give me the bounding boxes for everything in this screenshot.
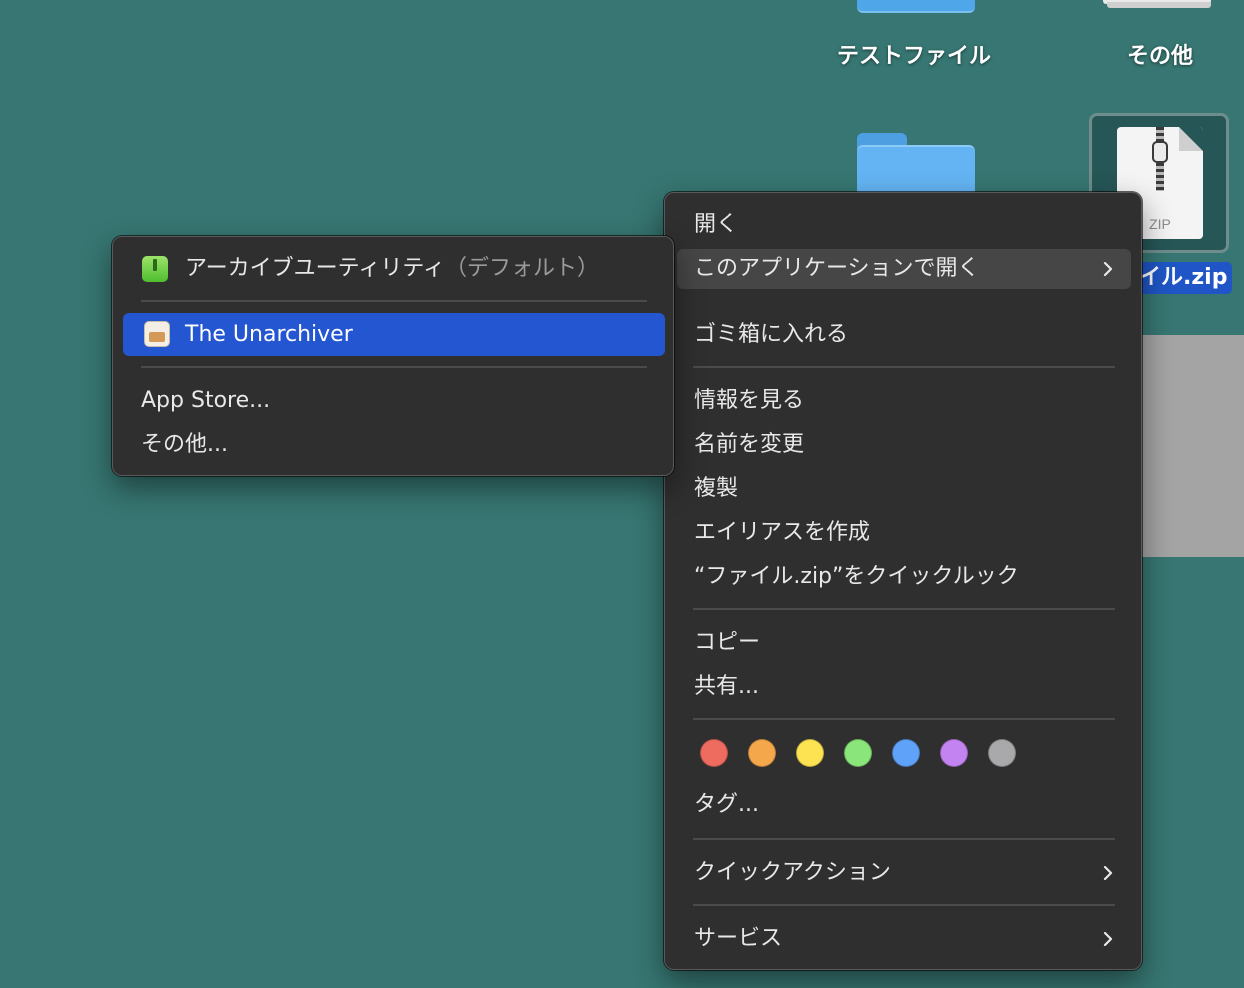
submenu-item-other[interactable]: その他... xyxy=(123,425,663,465)
menu-item-label: クイックアクション xyxy=(694,860,891,885)
menu-item-label: エイリアスを作成 xyxy=(694,520,871,545)
menu-item-label: 名前を変更 xyxy=(694,432,805,457)
menu-item-open[interactable]: 開く xyxy=(677,205,1131,245)
submenu-item-label: The Unarchiver xyxy=(185,322,353,347)
menu-item-label: タグ... xyxy=(694,792,759,817)
submenu-item-app-store[interactable]: App Store... xyxy=(123,381,663,421)
menu-item-make-alias[interactable]: エイリアスを作成 xyxy=(677,513,1131,553)
menu-item-quick-actions[interactable]: クイックアクション xyxy=(677,853,1131,893)
menu-item-share[interactable]: 共有... xyxy=(677,667,1131,707)
menu-separator xyxy=(693,366,1115,368)
menu-item-duplicate[interactable]: 複製 xyxy=(677,469,1131,509)
menu-item-label: 情報を見る xyxy=(694,388,805,413)
menu-separator xyxy=(141,300,647,302)
desktop-item-label[interactable]: その他 xyxy=(1127,38,1193,70)
menu-item-move-to-trash[interactable]: ゴミ箱に入れる xyxy=(677,315,1131,355)
menu-separator xyxy=(141,366,647,368)
desktop-item-label[interactable]: テストファイル xyxy=(837,38,991,70)
menu-separator xyxy=(693,838,1115,840)
tag-red-dot[interactable] xyxy=(700,739,728,767)
tag-orange-dot[interactable] xyxy=(748,739,776,767)
submenu-item-label: App Store... xyxy=(141,388,271,413)
submenu-item-label: アーカイブユーティリティ xyxy=(185,256,446,281)
menu-item-label: コピー xyxy=(694,630,761,655)
submenu-item-archive-utility[interactable]: アーカイブユーティリティ（デフォルト） xyxy=(123,249,663,289)
tag-green-dot[interactable] xyxy=(844,739,872,767)
folder-icon[interactable] xyxy=(857,0,975,13)
menu-item-label: サービス xyxy=(694,926,783,951)
context-menu: 開く このアプリケーションで開く ゴミ箱に入れる 情報を見る 名前を変更 複製 … xyxy=(664,192,1142,970)
open-with-submenu: アーカイブユーティリティ（デフォルト） The Unarchiver App S… xyxy=(112,236,674,476)
menu-separator xyxy=(693,718,1115,720)
chevron-right-icon xyxy=(1103,932,1113,946)
menu-item-open-with[interactable]: このアプリケーションで開く xyxy=(677,249,1131,289)
menu-item-label: 開く xyxy=(694,212,739,237)
menu-item-label: 複製 xyxy=(694,476,739,501)
menu-item-label: ゴミ箱に入れる xyxy=(694,322,849,347)
menu-separator xyxy=(693,904,1115,906)
chevron-right-icon xyxy=(1103,866,1113,880)
menu-item-get-info[interactable]: 情報を見る xyxy=(677,381,1131,421)
tag-purple-dot[interactable] xyxy=(940,739,968,767)
document-icon[interactable] xyxy=(1103,0,1211,12)
chevron-right-icon xyxy=(1103,262,1113,276)
default-app-note: （デフォルト） xyxy=(445,256,600,281)
archive-utility-icon xyxy=(142,256,168,282)
menu-item-services[interactable]: サービス xyxy=(677,919,1131,959)
menu-item-rename[interactable]: 名前を変更 xyxy=(677,425,1131,465)
menu-item-tags[interactable]: タグ... xyxy=(677,785,1131,825)
menu-item-label: 共有... xyxy=(694,674,759,699)
menu-item-label: このアプリケーションで開く xyxy=(694,256,980,281)
submenu-item-label: その他... xyxy=(141,432,228,457)
menu-separator xyxy=(693,608,1115,610)
background-window xyxy=(1140,335,1244,557)
menu-item-quick-look[interactable]: “ファイル.zip”をクイックルック xyxy=(677,557,1131,597)
submenu-item-the-unarchiver[interactable]: The Unarchiver xyxy=(123,313,665,356)
tag-yellow-dot[interactable] xyxy=(796,739,824,767)
menu-item-copy[interactable]: コピー xyxy=(677,623,1131,663)
zip-file-name[interactable]: イル.zip xyxy=(1133,262,1232,294)
the-unarchiver-icon xyxy=(144,321,170,347)
tag-gray-dot[interactable] xyxy=(988,739,1016,767)
menu-item-label: “ファイル.zip”をクイックルック xyxy=(694,564,1019,589)
tag-blue-dot[interactable] xyxy=(892,739,920,767)
